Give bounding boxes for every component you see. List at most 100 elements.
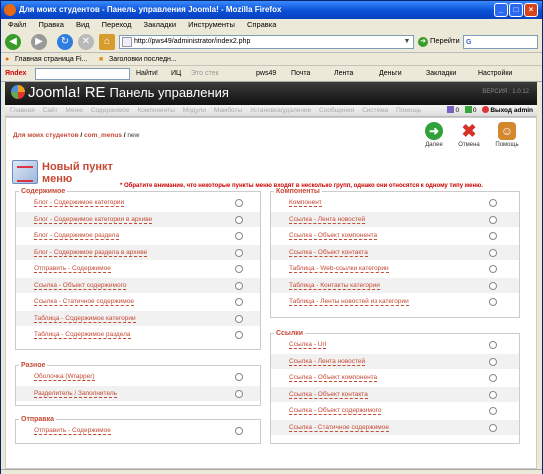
- next-button[interactable]: ➜ Далее: [418, 120, 450, 154]
- radio-button[interactable]: [235, 298, 243, 306]
- admin-menu-item[interactable]: Меню: [65, 107, 83, 114]
- radio-button[interactable]: [489, 390, 497, 399]
- menu-type-row[interactable]: Ссылка - Лента новостей: [271, 353, 519, 370]
- radio-button[interactable]: [235, 281, 243, 290]
- menu-help[interactable]: Справка: [247, 20, 276, 29]
- radio-button[interactable]: [489, 215, 497, 224]
- menu-edit[interactable]: Правка: [39, 20, 64, 29]
- menu-type-label[interactable]: Ссылка - Статичное содержимое: [289, 423, 389, 432]
- menu-type-row[interactable]: Ссылка - Статичное содержимое: [271, 419, 519, 436]
- radio-button[interactable]: [235, 331, 243, 339]
- menu-type-label[interactable]: Блог - Содержимое категории: [34, 199, 125, 207]
- radio-button[interactable]: [235, 427, 243, 435]
- menu-type-row[interactable]: Ссылка - Статичное содержимое: [16, 294, 260, 311]
- menu-type-row[interactable]: Ссылка - Объект контакта: [271, 244, 519, 261]
- menu-bookmarks[interactable]: Закладки: [144, 20, 176, 29]
- menu-type-row[interactable]: Отправить - Содержимое: [16, 423, 260, 440]
- find-button[interactable]: Найти!: [136, 66, 158, 82]
- home-icon[interactable]: ⌂: [99, 34, 115, 50]
- radio-button[interactable]: [235, 232, 243, 240]
- radio-button[interactable]: [489, 423, 497, 432]
- bookmark-item[interactable]: Заголовки последн...: [109, 53, 177, 66]
- admin-menu-item[interactable]: Мамботы: [214, 107, 242, 114]
- menu-type-label[interactable]: Ссылка - Объект компонента: [289, 374, 378, 382]
- radio-button[interactable]: [235, 373, 243, 381]
- forward-icon[interactable]: ▶: [31, 34, 47, 50]
- menu-type-row[interactable]: Таблица - Содержимое категории: [16, 310, 260, 327]
- menu-type-row[interactable]: Ссылка - Лента новостей: [271, 211, 519, 228]
- menu-type-row[interactable]: Ссылка - Объект содержимого: [271, 403, 519, 420]
- menu-type-row[interactable]: Ссылка - Объект контакта: [271, 386, 519, 403]
- menu-type-label[interactable]: Таблица - Содержимое раздела: [34, 331, 131, 339]
- menu-type-row[interactable]: Таблица - Содержимое раздела: [16, 327, 260, 344]
- radio-button[interactable]: [489, 407, 497, 415]
- yandex-search-input[interactable]: [35, 68, 130, 80]
- yandex-item[interactable]: Почта: [291, 66, 310, 82]
- menu-type-label[interactable]: Компонент: [289, 199, 322, 207]
- radio-button[interactable]: [489, 265, 497, 273]
- messages-icon[interactable]: [447, 106, 455, 113]
- yandex-item[interactable]: ИЦ: [171, 66, 181, 82]
- menu-type-row[interactable]: Ссылка - Url: [271, 337, 519, 354]
- menu-type-label[interactable]: Таблица - Ленты новостей из категории: [289, 298, 409, 306]
- go-button[interactable]: ➜ Перейти: [418, 36, 460, 47]
- maximize-button[interactable]: □: [509, 3, 523, 17]
- address-bar[interactable]: http://pws49/administrator/index2.php ▼: [119, 35, 414, 49]
- menu-type-row[interactable]: Таблица - Web-ссылки категории: [271, 261, 519, 278]
- help-button[interactable]: ☺ Помощь: [491, 120, 523, 154]
- menu-type-label[interactable]: Ссылка - Объект содержимого: [289, 407, 382, 415]
- yandex-item[interactable]: Закладки: [426, 66, 456, 82]
- radio-button[interactable]: [235, 389, 243, 398]
- admin-menu-item[interactable]: Помощь: [396, 107, 421, 114]
- chevron-down-icon[interactable]: ▼: [402, 37, 412, 47]
- menu-type-row[interactable]: Таблица - Ленты новостей из категории: [271, 294, 519, 311]
- radio-button[interactable]: [489, 281, 497, 290]
- menu-type-label[interactable]: Ссылка - Объект компонента: [289, 232, 378, 240]
- admin-menu-item[interactable]: Установка/удаление: [250, 107, 311, 114]
- search-input[interactable]: G: [463, 35, 538, 49]
- menu-type-label[interactable]: Таблица - Web-ссылки категории: [289, 265, 389, 273]
- menu-type-row[interactable]: Блог - Содержимое категории в архиве: [16, 211, 260, 228]
- radio-button[interactable]: [235, 199, 243, 207]
- admin-menu-item[interactable]: Сайт: [43, 107, 58, 114]
- menu-file[interactable]: Файл: [8, 20, 26, 29]
- menu-go[interactable]: Переход: [102, 20, 132, 29]
- yandex-item[interactable]: Деньги: [379, 66, 402, 82]
- radio-button[interactable]: [489, 199, 497, 207]
- radio-button[interactable]: [489, 357, 497, 366]
- menu-type-label[interactable]: Блог - Содержимое раздела: [34, 232, 120, 240]
- admin-menu-item[interactable]: Сообщения: [319, 107, 354, 114]
- admin-menu-item[interactable]: Содержимое: [91, 107, 130, 114]
- menu-type-label[interactable]: Таблица - Содержимое категории: [34, 314, 136, 323]
- admin-menu-item[interactable]: Система: [362, 107, 388, 114]
- minimize-button[interactable]: _: [494, 3, 508, 17]
- menu-type-label[interactable]: Ссылка - Объект содержимого: [34, 281, 127, 290]
- menu-type-row[interactable]: Таблица - Контакты категории: [271, 277, 519, 294]
- yandex-item[interactable]: Лента: [334, 66, 353, 82]
- menu-type-label[interactable]: Ссылка - Статичное содержимое: [34, 298, 134, 306]
- back-icon[interactable]: ◀: [5, 34, 21, 50]
- yandex-item[interactable]: pws49: [256, 66, 276, 82]
- radio-button[interactable]: [235, 265, 243, 273]
- admin-menu-item[interactable]: Модули: [183, 107, 206, 114]
- breadcrumb-site[interactable]: Для моих студентов: [13, 132, 79, 139]
- menu-type-label[interactable]: Отправить - Содержимое: [34, 265, 111, 273]
- radio-button[interactable]: [489, 248, 497, 257]
- yandex-item[interactable]: Настройки: [478, 66, 512, 82]
- menu-type-label[interactable]: Таблица - Контакты категории: [289, 281, 380, 290]
- radio-button[interactable]: [235, 314, 243, 323]
- menu-type-label[interactable]: Ссылка - Лента новостей: [289, 357, 366, 366]
- menu-type-label[interactable]: Блог - Содержимое раздела в архиве: [34, 248, 148, 257]
- yandex-logo[interactable]: Яndex: [5, 66, 26, 82]
- radio-button[interactable]: [489, 374, 497, 382]
- radio-button[interactable]: [489, 298, 497, 306]
- radio-button[interactable]: [489, 232, 497, 240]
- menu-type-label[interactable]: Ссылка - Объект контакта: [289, 248, 368, 257]
- users-icon[interactable]: [464, 106, 472, 113]
- yandex-item[interactable]: Это стек: [191, 66, 219, 82]
- radio-button[interactable]: [489, 341, 497, 349]
- menu-type-row[interactable]: Блог - Содержимое раздела: [16, 228, 260, 245]
- menu-view[interactable]: Вид: [76, 20, 90, 29]
- cancel-button[interactable]: ✖ Отмена: [453, 120, 485, 154]
- admin-menu-item[interactable]: Главная: [10, 107, 35, 114]
